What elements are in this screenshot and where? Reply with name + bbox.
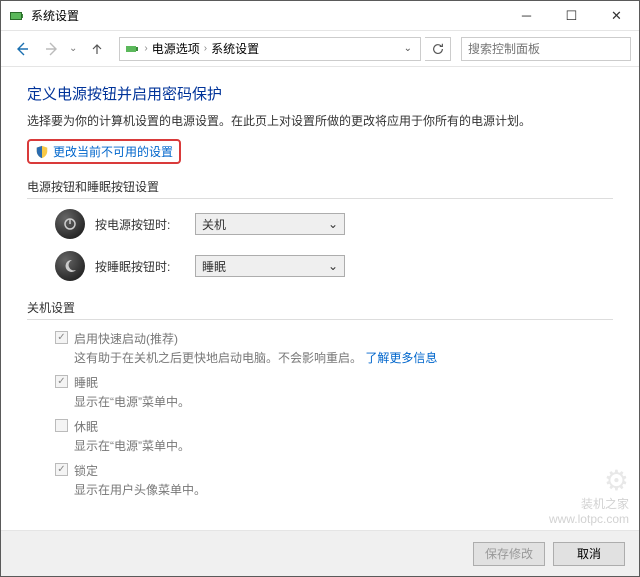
refresh-button[interactable]: [425, 37, 451, 61]
checkbox-sub: 显示在“电源”菜单中。: [74, 437, 613, 454]
navbar: ⌄ › 电源选项 › 系统设置 ⌄: [1, 31, 639, 67]
chevron-right-icon: ›: [144, 43, 147, 54]
footer: 保存修改 取消: [1, 530, 639, 576]
power-button-label: 按电源按钮时:: [95, 216, 185, 233]
checkbox-sub: 这有助于在关机之后更快地启动电脑。不会影响重启。 了解更多信息: [74, 349, 613, 366]
close-button[interactable]: ✕: [594, 1, 639, 30]
page-description: 选择要为你的计算机设置的电源设置。在此页上对设置所做的更改将应用于你所有的电源计…: [27, 112, 613, 129]
power-button-select[interactable]: 关机 ⌄: [195, 213, 345, 235]
learn-more-link[interactable]: 了解更多信息: [365, 351, 437, 365]
recent-dropdown-icon[interactable]: ⌄: [69, 43, 77, 54]
page-heading: 定义电源按钮并启用密码保护: [27, 83, 613, 104]
link-text: 更改当前不可用的设置: [53, 143, 173, 160]
window-title: 系统设置: [31, 7, 504, 24]
checkbox-lock: ✓ 锁定: [55, 462, 613, 479]
minimize-button[interactable]: ─: [504, 1, 549, 30]
change-unavailable-settings-link[interactable]: 更改当前不可用的设置: [27, 139, 181, 164]
chevron-down-icon: ⌄: [328, 217, 338, 231]
moon-icon: [55, 251, 85, 281]
checkbox-label: 休眠: [74, 418, 98, 435]
checkbox: [55, 419, 68, 432]
checkbox-fast-startup: ✓ 启用快速启动(推荐): [55, 330, 613, 347]
sleep-button-row: 按睡眠按钮时: 睡眠 ⌄: [55, 251, 613, 281]
section-header-buttons: 电源按钮和睡眠按钮设置: [27, 178, 613, 199]
power-icon: [55, 209, 85, 239]
power-button-row: 按电源按钮时: 关机 ⌄: [55, 209, 613, 239]
section-header-shutdown: 关机设置: [27, 299, 613, 320]
breadcrumb-item[interactable]: 电源选项: [152, 40, 200, 57]
checkbox-label: 睡眠: [74, 374, 98, 391]
cancel-button[interactable]: 取消: [553, 542, 625, 566]
titlebar: 系统设置 ─ ☐ ✕: [1, 1, 639, 31]
address-bar[interactable]: › 电源选项 › 系统设置 ⌄: [119, 37, 421, 61]
breadcrumb-item[interactable]: 系统设置: [211, 40, 259, 57]
maximize-button[interactable]: ☐: [549, 1, 594, 30]
forward-button[interactable]: [39, 36, 65, 62]
checkbox-sleep: ✓ 睡眠: [55, 374, 613, 391]
checkbox-label: 锁定: [74, 462, 98, 479]
save-button[interactable]: 保存修改: [473, 542, 545, 566]
control-panel-window: 系统设置 ─ ☐ ✕ ⌄ › 电源选项 › 系统设置 ⌄ 定义电源按钮并启用密码…: [0, 0, 640, 577]
checkbox-label: 启用快速启动(推荐): [74, 330, 178, 347]
checkbox: ✓: [55, 463, 68, 476]
battery-icon: [9, 8, 25, 24]
address-dropdown-icon[interactable]: ⌄: [400, 43, 416, 54]
content-area: 定义电源按钮并启用密码保护 选择要为你的计算机设置的电源设置。在此页上对设置所做…: [1, 67, 639, 530]
checkbox-sub: 显示在用户头像菜单中。: [74, 481, 613, 498]
chevron-right-icon: ›: [204, 43, 207, 54]
checkbox: ✓: [55, 375, 68, 388]
search-input[interactable]: [461, 37, 631, 61]
shield-icon: [35, 145, 49, 159]
checkbox-sub: 显示在“电源”菜单中。: [74, 393, 613, 410]
chevron-down-icon: ⌄: [328, 259, 338, 273]
checkbox: ✓: [55, 331, 68, 344]
select-value: 睡眠: [202, 258, 226, 275]
back-button[interactable]: [9, 36, 35, 62]
sleep-button-select[interactable]: 睡眠 ⌄: [195, 255, 345, 277]
select-value: 关机: [202, 216, 226, 233]
checkbox-hibernate: 休眠: [55, 418, 613, 435]
up-button[interactable]: [85, 37, 109, 61]
sleep-button-label: 按睡眠按钮时:: [95, 258, 185, 275]
battery-icon: [124, 41, 140, 57]
